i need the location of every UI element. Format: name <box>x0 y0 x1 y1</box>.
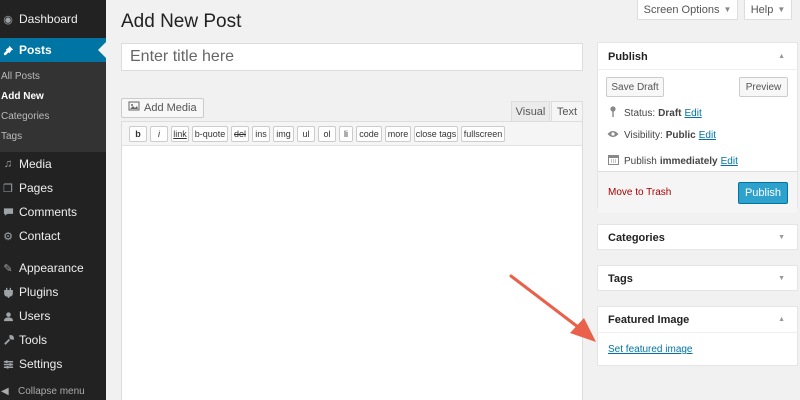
annotation-arrow <box>509 274 596 342</box>
